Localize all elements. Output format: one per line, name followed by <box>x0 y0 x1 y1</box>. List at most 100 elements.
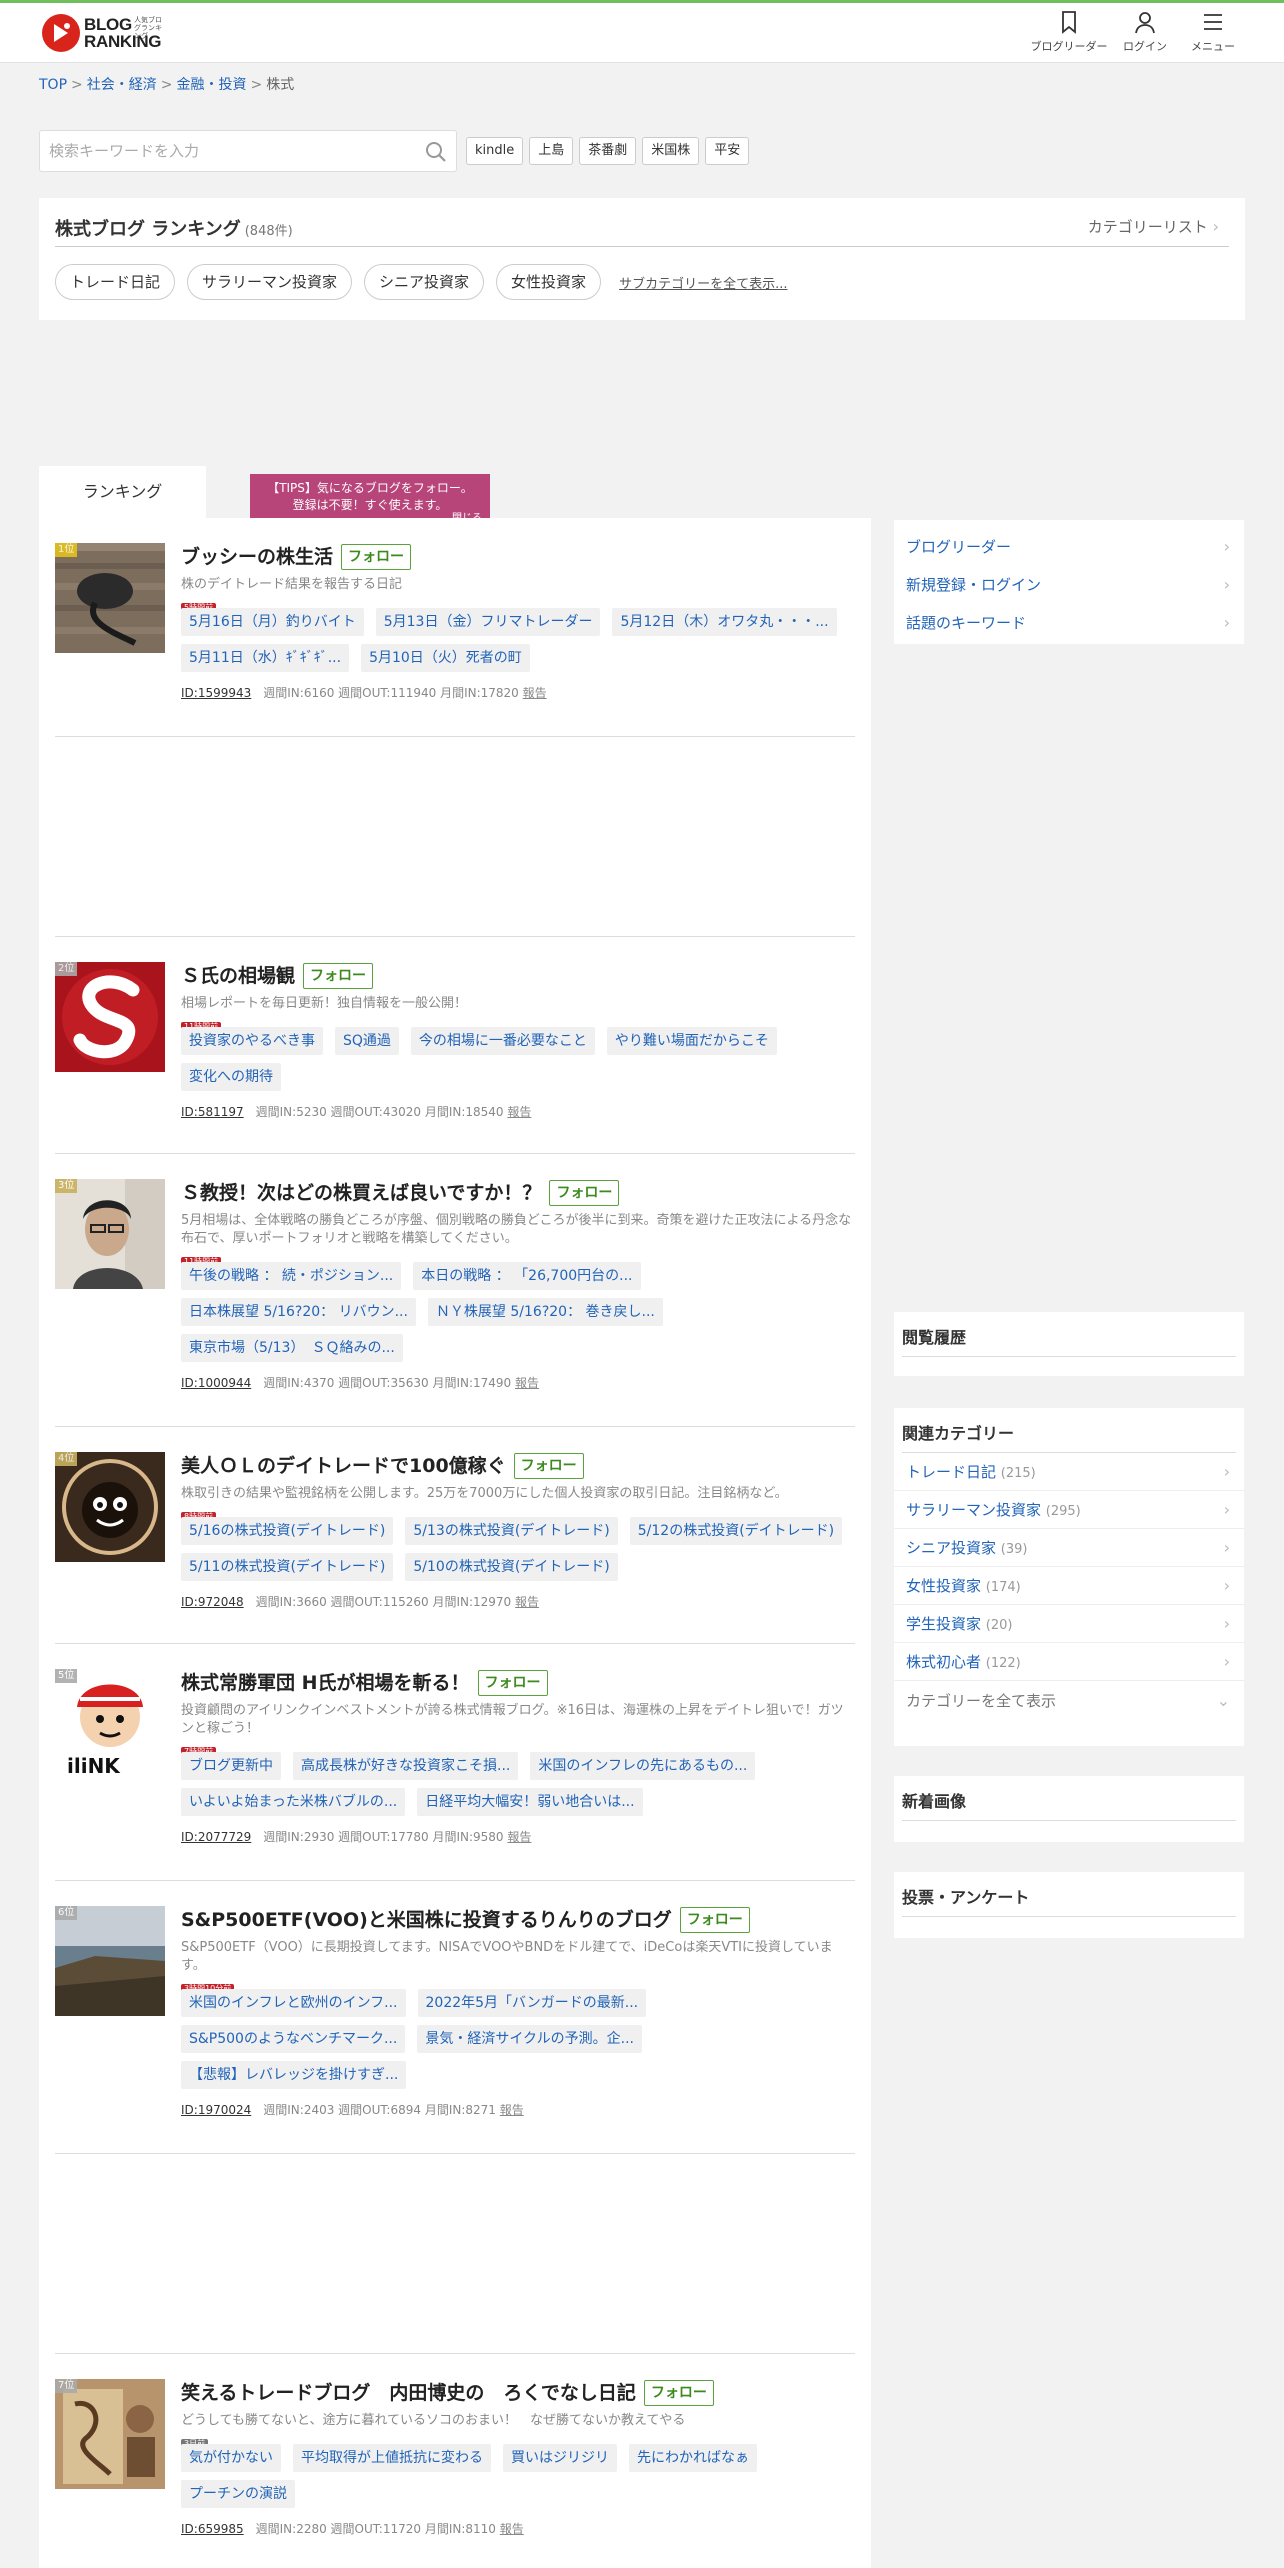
show-all-subcategories-link[interactable]: サブカテゴリーを全て表示... <box>619 273 787 292</box>
follow-button[interactable]: フォロー <box>513 1453 584 1479</box>
report-link[interactable]: 報告 <box>500 2103 524 2117</box>
related-category-item[interactable]: 女性投資家 (174) › <box>894 1567 1244 1605</box>
post-link[interactable]: 5/10の株式投資(デイトレード) <box>405 1553 618 1581</box>
report-link[interactable]: 報告 <box>500 2522 524 2536</box>
blog-id-link[interactable]: ID:1970024 <box>181 2103 251 2117</box>
blog-thumbnail[interactable]: 6位 <box>55 1906 165 2016</box>
related-category-item[interactable]: 学生投資家 (20) › <box>894 1605 1244 1643</box>
follow-button[interactable]: フォロー <box>477 1670 548 1696</box>
blog-id-link[interactable]: ID:659985 <box>181 2522 244 2536</box>
blog-title[interactable]: Ｓ教授！次はどの株買えば良いですか！？ <box>181 1179 541 1207</box>
related-category-item[interactable]: トレード日記 (215) › <box>894 1453 1244 1491</box>
post-link[interactable]: 米国のインフレの先にあるもの... <box>530 1752 756 1780</box>
blog-title[interactable]: ブッシーの株生活 <box>181 543 333 571</box>
post-link[interactable]: SQ通過 <box>335 1027 399 1055</box>
breadcrumb-society[interactable]: 社会・経済 <box>87 77 157 93</box>
report-link[interactable]: 報告 <box>507 1105 531 1119</box>
follow-button[interactable]: フォロー <box>341 544 412 570</box>
blog-thumbnail[interactable]: 2位 <box>55 962 165 1072</box>
site-logo[interactable]: BLOG RANKING 人気ブログランキング <box>42 13 162 53</box>
blog-id-link[interactable]: ID:1000944 <box>181 1376 251 1390</box>
post-link[interactable]: 今の相場に一番必要なこと <box>410 1027 595 1055</box>
post-link[interactable]: 買いはジリジリ <box>503 2444 617 2472</box>
nav-blog-reader[interactable]: ブログリーダー <box>1029 9 1109 54</box>
post-link[interactable]: 米国のインフレと欧州のインフ... <box>181 1989 406 2017</box>
post-link[interactable]: 5/13の株式投資(デイトレード) <box>405 1517 618 1545</box>
search-input[interactable] <box>40 131 400 171</box>
blog-title[interactable]: 株式常勝軍団 H氏が相場を斬る！ <box>181 1669 470 1697</box>
show-all-categories[interactable]: カテゴリーを全て表示 ⌄ <box>894 1681 1244 1719</box>
follow-button[interactable]: フォロー <box>549 1180 620 1206</box>
post-link[interactable]: 景気・経済サイクルの予測。企... <box>417 2025 642 2053</box>
post-link[interactable]: 5/16の株式投資(デイトレード) <box>181 1517 394 1545</box>
post-link[interactable]: S&P500のようなベンチマーク... <box>181 2025 406 2053</box>
report-link[interactable]: 報告 <box>515 1376 539 1390</box>
post-link[interactable]: 平均取得が上値抵抗に変わる <box>293 2444 491 2472</box>
blog-id-link[interactable]: ID:972048 <box>181 1595 244 1609</box>
post-link[interactable]: 本日の戦略 ： 「26,700円台の... <box>413 1262 641 1290</box>
follow-button[interactable]: フォロー <box>303 963 374 989</box>
keyword-chip[interactable]: 米国株 <box>642 137 700 165</box>
follow-button[interactable]: フォロー <box>679 1907 750 1933</box>
blog-thumbnail[interactable]: 4位 <box>55 1452 165 1562</box>
breadcrumb-finance[interactable]: 金融・投資 <box>176 77 246 93</box>
report-link[interactable]: 報告 <box>523 686 547 700</box>
keyword-chip[interactable]: 茶番劇 <box>579 137 637 165</box>
related-category-item[interactable]: 株式初心者 (122) › <box>894 1643 1244 1681</box>
category-list-link[interactable]: カテゴリーリスト › <box>1088 216 1219 237</box>
keyword-chip[interactable]: kindle <box>466 137 524 165</box>
post-link[interactable]: 5月16日（月）釣りバイト <box>181 608 364 636</box>
post-link[interactable]: 先にわかればなぁ <box>629 2444 757 2472</box>
post-link[interactable]: 投資家のやるべき事 <box>181 1027 323 1055</box>
sidebar-link-trending-keywords[interactable]: 話題のキーワード › <box>894 604 1244 642</box>
post-link[interactable]: 東京市場（5/13） ＳＱ絡みの... <box>181 1334 403 1362</box>
post-link[interactable]: 5/12の株式投資(デイトレード) <box>629 1517 843 1545</box>
blog-thumbnail[interactable]: 3位 <box>55 1179 165 1289</box>
sidebar-link-blog-reader[interactable]: ブログリーダー › <box>894 528 1244 566</box>
post-link[interactable]: 午後の戦略 ： 続・ポジション... <box>181 1262 402 1290</box>
blog-title[interactable]: S&P500ETF(VOO)と米国株に投資するりんりのブログ <box>181 1906 672 1934</box>
subcategory-pill[interactable]: 女性投資家 <box>496 264 602 300</box>
blog-id-link[interactable]: ID:2077729 <box>181 1830 251 1844</box>
blog-id-link[interactable]: ID:1599943 <box>181 686 251 700</box>
blog-title[interactable]: 美人ＯＬのデイトレードで100億稼ぐ <box>181 1452 506 1480</box>
post-link[interactable]: ブログ更新中 <box>181 1752 281 1780</box>
post-link[interactable]: 日経平均大幅安！弱い地合いは... <box>417 1788 643 1816</box>
post-link[interactable]: 5/11の株式投資(デイトレード) <box>181 1553 394 1581</box>
post-link[interactable]: 日本株展望 5/16?20： リバウン... <box>181 1298 416 1326</box>
post-link[interactable]: 変化への期待 <box>181 1063 281 1091</box>
post-link[interactable]: 高成長株が好きな投資家こそ損... <box>293 1752 519 1780</box>
post-link[interactable]: 2022年5月「バンガードの最新... <box>417 1989 647 2017</box>
post-link[interactable]: 気が付かない <box>181 2444 281 2472</box>
subcategory-pill[interactable]: トレード日記 <box>55 264 176 300</box>
report-link[interactable]: 報告 <box>507 1830 531 1844</box>
post-link[interactable]: 【悲報】レバレッジを掛けすぎ... <box>181 2061 407 2089</box>
follow-button[interactable]: フォロー <box>643 2380 714 2406</box>
tab-ranking[interactable]: ランキング <box>39 466 206 518</box>
post-link[interactable]: ＮＹ株展望 5/16?20： 巻き戻し... <box>427 1298 663 1326</box>
post-link[interactable]: 5月13日（金）フリマトレーダー <box>375 608 601 636</box>
blog-title[interactable]: Ｓ氏の相場観 <box>181 962 295 990</box>
post-link[interactable]: いよいよ始まった米株バブルの... <box>181 1788 406 1816</box>
post-link[interactable]: やり難い場面だからこそ <box>606 1027 777 1055</box>
blog-thumbnail[interactable]: 1位 <box>55 543 165 653</box>
breadcrumb-top[interactable]: TOP <box>39 77 67 93</box>
sidebar-link-register-login[interactable]: 新規登録・ログイン › <box>894 566 1244 604</box>
post-link[interactable]: 5月12日（木）オワタ丸・・・... <box>612 608 837 636</box>
nav-menu[interactable]: メニュー <box>1173 9 1253 54</box>
related-category-item[interactable]: サラリーマン投資家 (295) › <box>894 1491 1244 1529</box>
post-link[interactable]: プーチンの演説 <box>181 2480 295 2508</box>
report-link[interactable]: 報告 <box>515 1595 539 1609</box>
blog-thumbnail[interactable]: iliNK 5位 <box>55 1669 165 1779</box>
subcategory-pill[interactable]: サラリーマン投資家 <box>187 264 353 300</box>
blog-thumbnail[interactable]: 7位 <box>55 2379 165 2489</box>
keyword-chip[interactable]: 平安 <box>705 137 750 165</box>
subcategory-pill[interactable]: シニア投資家 <box>364 264 485 300</box>
blog-title[interactable]: 笑えるトレードブログ 内田博史の ろくでなし日記 <box>181 2379 636 2407</box>
related-category-item[interactable]: シニア投資家 (39) › <box>894 1529 1244 1567</box>
post-link[interactable]: 5月11日（水）ｷﾞｷﾞｷﾞ... <box>181 644 350 672</box>
keyword-chip[interactable]: 上島 <box>529 137 574 165</box>
blog-id-link[interactable]: ID:581197 <box>181 1105 244 1119</box>
search-icon[interactable] <box>424 140 448 164</box>
post-link[interactable]: 5月10日（火）死者の町 <box>361 644 530 672</box>
